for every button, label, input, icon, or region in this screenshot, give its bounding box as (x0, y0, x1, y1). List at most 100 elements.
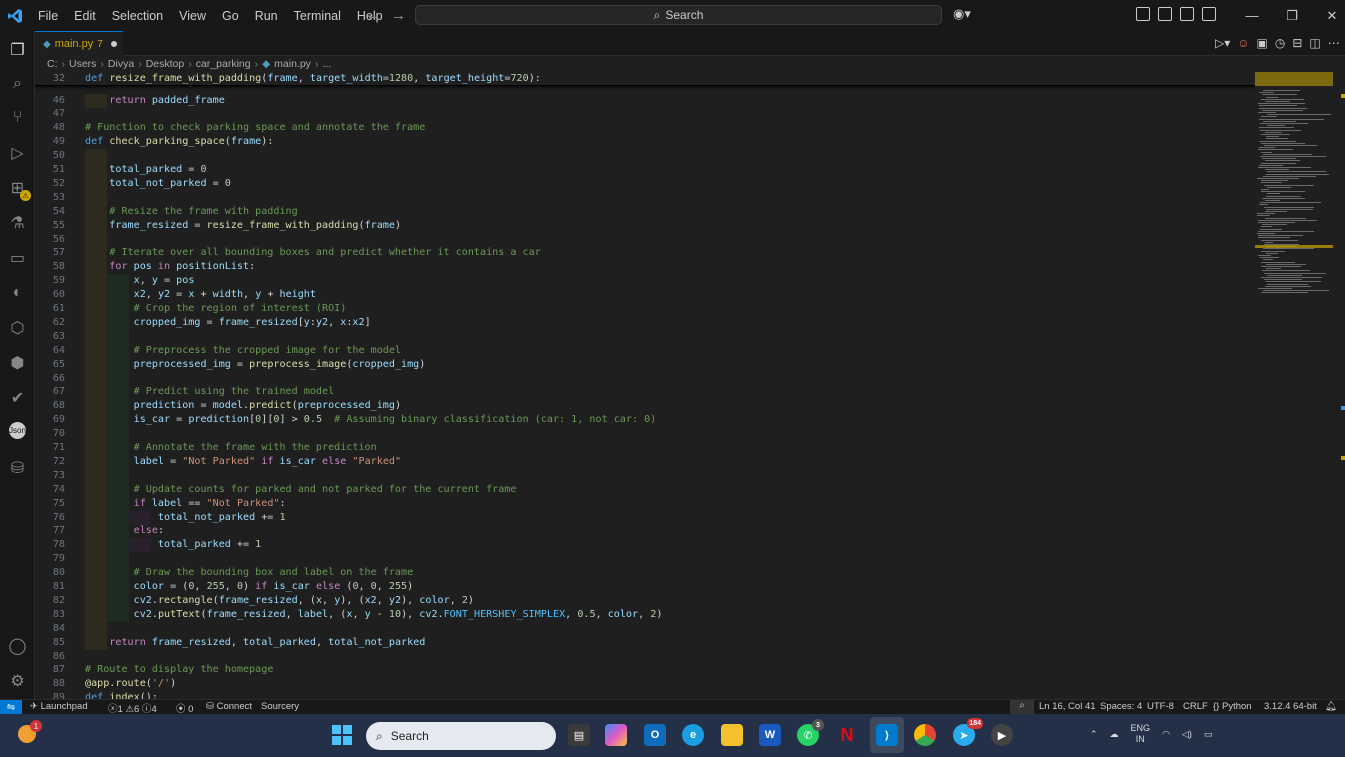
indentation-status[interactable]: Spaces: 4 (1100, 701, 1142, 712)
vscode-taskbar-icon[interactable]: ⟩ (876, 724, 898, 746)
code-line[interactable]: 74 # Update counts for parked and not pa… (35, 482, 1255, 497)
code-line[interactable]: 52 total_not_parked = 0 (35, 176, 1255, 191)
menu-view[interactable]: View (171, 9, 214, 23)
checkmark-icon[interactable]: ✔ (7, 387, 28, 408)
close-icon[interactable]: ✕ (1312, 0, 1345, 31)
line-number[interactable]: 48 (35, 121, 65, 135)
restore-icon[interactable]: ❐ (1272, 0, 1312, 31)
gitlens-icon[interactable]: ◐ (7, 282, 28, 303)
line-number[interactable]: 84 (35, 622, 65, 636)
code-line[interactable]: 56 (35, 232, 1255, 247)
tab-main-py[interactable]: ◆ main.py 7 (35, 31, 123, 56)
start-button[interactable] (332, 725, 352, 745)
line-number[interactable]: 71 (35, 441, 65, 455)
editor-scrollbar[interactable] (1337, 72, 1345, 699)
code-line[interactable]: 47 (35, 107, 1255, 121)
task-view-icon[interactable]: ▤ (568, 724, 590, 746)
back-arrow-icon[interactable]: ← (366, 7, 391, 24)
media-player-icon[interactable]: ▶ (991, 724, 1013, 746)
tray-chevron-icon[interactable]: ⌃ (1090, 729, 1098, 740)
line-number[interactable]: 64 (35, 344, 65, 358)
code-line[interactable]: 86 (35, 650, 1255, 664)
toggle-primary-sidebar-icon[interactable] (1158, 7, 1172, 21)
code-line[interactable]: 54 # Resize the frame with padding (35, 204, 1255, 219)
database-icon[interactable]: ⛁ (7, 457, 28, 478)
copilot-icon[interactable]: ◉▾ (953, 6, 971, 22)
json-icon[interactable]: Json (9, 422, 26, 439)
source-control-icon[interactable]: ⑂ (7, 107, 28, 128)
line-number[interactable]: 62 (35, 316, 65, 330)
code-line[interactable]: 84 (35, 621, 1255, 636)
line-number[interactable]: 50 (35, 149, 65, 163)
connect-status[interactable]: ⛁ Connect (206, 701, 252, 712)
code-line[interactable]: 88 @app.route('/') (35, 677, 1255, 691)
code-line[interactable]: 59 x, y = pos (35, 274, 1255, 289)
outlook-icon[interactable]: O (644, 724, 666, 746)
run-python-file-icon[interactable]: ▷▾ (1215, 36, 1230, 50)
menu-go[interactable]: Go (214, 9, 247, 23)
line-number[interactable]: 55 (35, 219, 65, 233)
tray-app-icon[interactable]: ☁ (1110, 729, 1119, 740)
python-interpreter[interactable]: 3.12.4 64-bit (1264, 701, 1317, 712)
breadcrumb-desktop[interactable]: Desktop (146, 58, 185, 70)
telegram-icon[interactable]: ➤ 184 (953, 718, 983, 746)
line-number[interactable]: 80 (35, 566, 65, 580)
volume-icon[interactable]: ◁) (1182, 729, 1192, 740)
code-line[interactable]: 71 # Annotate the frame with the predict… (35, 441, 1255, 455)
preview-icon[interactable]: ▣ (1257, 36, 1268, 50)
code-line[interactable]: 60 x2, y2 = x + width, y + height (35, 288, 1255, 303)
line-number[interactable]: 59 (35, 274, 65, 288)
eol-status[interactable]: CRLF (1183, 701, 1208, 712)
more-actions-icon[interactable]: ⋯ (1328, 36, 1340, 50)
code-line[interactable]: 53 (35, 190, 1255, 205)
chrome-icon[interactable] (914, 724, 936, 746)
code-line[interactable]: 81 color = (0, 255, 0) if is_car else (0… (35, 580, 1255, 594)
forward-arrow-icon[interactable]: → (391, 7, 416, 24)
word-icon[interactable]: W (759, 724, 781, 746)
line-number[interactable]: 87 (35, 663, 65, 677)
code-line[interactable]: 50 (35, 149, 1255, 164)
line-number[interactable]: 53 (35, 191, 65, 205)
line-number[interactable]: 56 (35, 233, 65, 247)
code-line[interactable]: 72 label = "Not Parked" if is_car else "… (35, 454, 1255, 469)
run-debug-icon[interactable]: ▷ (7, 142, 28, 163)
code-line[interactable]: 69 is_car = prediction[0][0] > 0.5 # Ass… (35, 413, 1255, 428)
problems-status[interactable]: ⓧ1 ⚠6 ⓘ4 (108, 701, 157, 715)
code-line[interactable]: 80 # Draw the bounding box and label on … (35, 566, 1255, 581)
timeline-icon[interactable]: ◷ (1275, 36, 1285, 50)
search-view-icon[interactable]: ⌕ (7, 73, 28, 94)
copilot-app-icon[interactable] (605, 724, 627, 746)
code-line[interactable]: 67 # Predict using the trained model (35, 385, 1255, 400)
settings-gear-icon[interactable]: ⚙ (7, 670, 28, 691)
line-number[interactable]: 77 (35, 524, 65, 538)
code-line[interactable]: 78 total_parked += 1 (35, 538, 1255, 553)
line-number[interactable]: 78 (35, 538, 65, 552)
code-line[interactable]: 46 return padded_frame (35, 93, 1255, 108)
split-editor-icon[interactable]: ◫ (1309, 36, 1320, 50)
menu-terminal[interactable]: Terminal (286, 9, 349, 23)
line-number[interactable]: 89 (35, 691, 65, 699)
line-number[interactable]: 60 (35, 288, 65, 302)
unsaved-dot-icon[interactable] (110, 41, 117, 47)
line-number[interactable]: 86 (35, 650, 65, 664)
line-number[interactable]: 85 (35, 636, 65, 650)
line-number[interactable]: 75 (35, 497, 65, 511)
edge-icon[interactable]: e (682, 724, 704, 746)
line-number[interactable]: 81 (35, 580, 65, 594)
sourcery-status[interactable]: Sourcery (261, 701, 299, 712)
toggle-secondary-sidebar-icon[interactable] (1202, 7, 1216, 21)
copilot-chat-icon[interactable]: ☺ (1237, 36, 1249, 50)
file-explorer-icon[interactable] (721, 724, 743, 746)
code-line[interactable]: 51 total_parked = 0 (35, 163, 1255, 177)
code-line[interactable]: 73 (35, 468, 1255, 483)
toggle-panel-icon[interactable] (1180, 7, 1194, 21)
whatsapp-icon[interactable]: ✆ 3 (797, 719, 824, 746)
line-number[interactable]: 74 (35, 483, 65, 497)
zoom-icon[interactable]: ⌕ (1010, 700, 1034, 714)
line-number[interactable]: 65 (35, 358, 65, 372)
code-line[interactable]: 85 return frame_resized, total_parked, t… (35, 635, 1255, 650)
line-number[interactable]: 51 (35, 163, 65, 177)
input-language[interactable]: ENG IN (1131, 723, 1151, 745)
line-number[interactable]: 47 (35, 107, 65, 121)
account-icon[interactable]: ◯ (7, 635, 28, 656)
